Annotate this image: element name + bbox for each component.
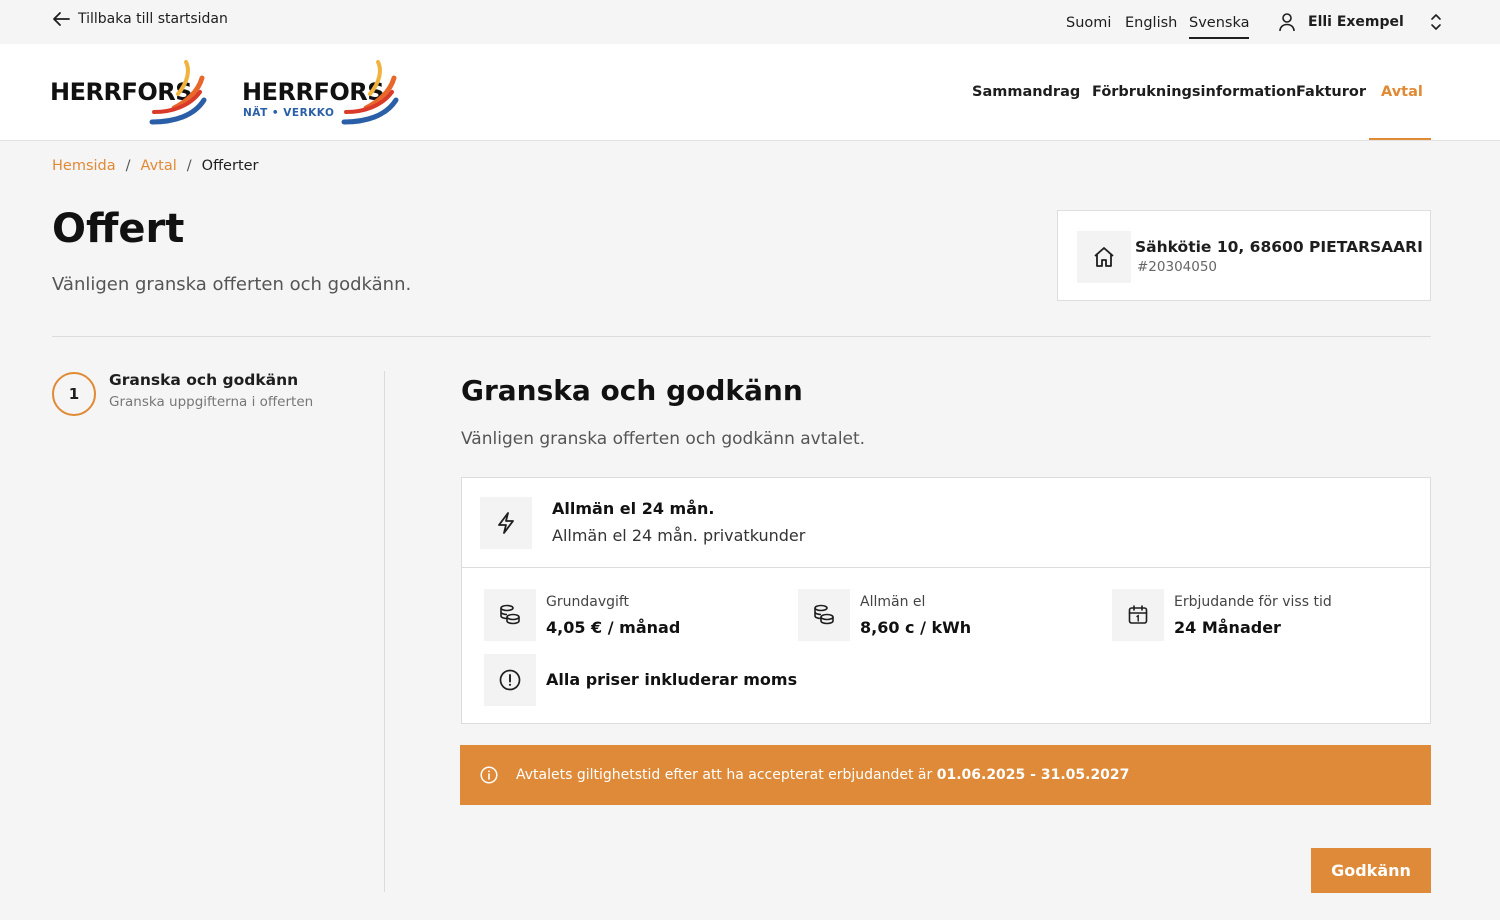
- calendar-icon: [1128, 605, 1148, 624]
- address-number: #20304050: [1137, 259, 1218, 275]
- breadcrumb-separator: /: [125, 158, 131, 174]
- step-subtitle: Granska uppgifterna i offerten: [109, 394, 314, 410]
- lang-suomi[interactable]: Suomi: [1066, 15, 1111, 31]
- page-title: Offert: [52, 206, 185, 252]
- breadcrumb-hemsida[interactable]: Hemsida: [52, 158, 116, 174]
- lightning-icon: [498, 512, 514, 534]
- offer-description: Allmän el 24 mån. privatkunder: [552, 526, 806, 545]
- price-label-erbjudande: Erbjudande för viss tid: [1174, 594, 1332, 610]
- price-value-grundavgift: 4,05 € / månad: [546, 618, 681, 637]
- exclamation-circle-icon: [499, 669, 521, 691]
- logo-swoosh-icon: [341, 60, 399, 125]
- nav-active-indicator: [1369, 138, 1431, 140]
- nav-forbrukningsinformation[interactable]: Förbrukningsinformation: [1092, 84, 1296, 100]
- logo-swoosh-icon: [149, 60, 207, 125]
- step-divider: [384, 371, 385, 892]
- address-icon-box: [1077, 231, 1131, 283]
- validity-text: Avtalets giltighetstid efter att ha acce…: [516, 767, 1130, 783]
- offer-icon-box: [480, 497, 532, 549]
- breadcrumb-offerter: Offerter: [201, 158, 259, 174]
- home-icon: [1094, 247, 1114, 267]
- nav-fakturor[interactable]: Fakturor: [1296, 84, 1366, 100]
- page-subtitle: Vänligen granska offerten och godkänn.: [52, 274, 412, 295]
- chevron-up-down-icon: [1431, 14, 1441, 30]
- breadcrumb-avtal[interactable]: Avtal: [141, 158, 177, 174]
- herrfors-nat-logo[interactable]: HERRFORS NÄT • VERKKO: [242, 60, 402, 126]
- price-icon-box: [798, 589, 850, 641]
- offer-name: Allmän el 24 mån.: [552, 499, 715, 518]
- user-icon: [1279, 13, 1295, 32]
- address-card: Sähkötie 10, 68600 PIETARSAARI #20304050: [1057, 210, 1431, 301]
- divider: [52, 336, 1431, 337]
- lang-svenska[interactable]: Svenska: [1189, 15, 1250, 39]
- main-header: HERRFORS HERRFORS NÄT • VERKKO Sammandra…: [0, 44, 1500, 141]
- approve-button[interactable]: Godkänn: [1311, 848, 1431, 893]
- user-name: Elli Exempel: [1308, 14, 1404, 30]
- offer-header: Allmän el 24 mån. Allmän el 24 mån. priv…: [462, 478, 1430, 568]
- price-icon-box: [484, 589, 536, 641]
- validity-dates: 01.06.2025 - 31.05.2027: [936, 767, 1130, 783]
- arrow-left-icon: [53, 12, 70, 26]
- herrfors-logo[interactable]: HERRFORS: [50, 60, 210, 126]
- step-number: 1: [52, 372, 96, 416]
- breadcrumb-separator: /: [186, 158, 192, 174]
- back-link-label: Tillbaka till startsidan: [78, 11, 228, 27]
- breadcrumb: Hemsida / Avtal / Offerter: [52, 158, 259, 174]
- section-title: Granska och godkänn: [461, 374, 803, 407]
- vat-icon-box: [484, 654, 536, 706]
- nav-sammandrag[interactable]: Sammandrag: [972, 84, 1080, 100]
- section-subtitle: Vänligen granska offerten och godkänn av…: [461, 429, 866, 449]
- price-label-grundavgift: Grundavgift: [546, 594, 630, 610]
- vat-note: Alla priser inkluderar moms: [546, 670, 798, 689]
- step-title: Granska och godkänn: [109, 371, 299, 389]
- address-line: Sähkötie 10, 68600 PIETARSAARI: [1135, 238, 1423, 256]
- offer-card: Allmän el 24 mån. Allmän el 24 mån. priv…: [461, 477, 1431, 724]
- coins-icon: [500, 604, 520, 625]
- lang-english[interactable]: English: [1125, 15, 1177, 31]
- price-icon-box: [1112, 589, 1164, 641]
- utility-bar: Tillbaka till startsidan Suomi English S…: [0, 0, 1500, 44]
- price-value-allman-el: 8,60 c / kWh: [860, 618, 972, 637]
- coins-icon: [814, 604, 834, 625]
- price-value-erbjudande: 24 Månader: [1174, 618, 1281, 637]
- info-icon: [480, 766, 498, 784]
- price-label-allman-el: Allmän el: [860, 594, 926, 610]
- validity-banner: Avtalets giltighetstid efter att ha acce…: [460, 745, 1431, 805]
- user-menu[interactable]: Elli Exempel: [1278, 12, 1442, 32]
- nav-avtal[interactable]: Avtal: [1381, 84, 1423, 100]
- back-link[interactable]: Tillbaka till startsidan: [52, 11, 228, 27]
